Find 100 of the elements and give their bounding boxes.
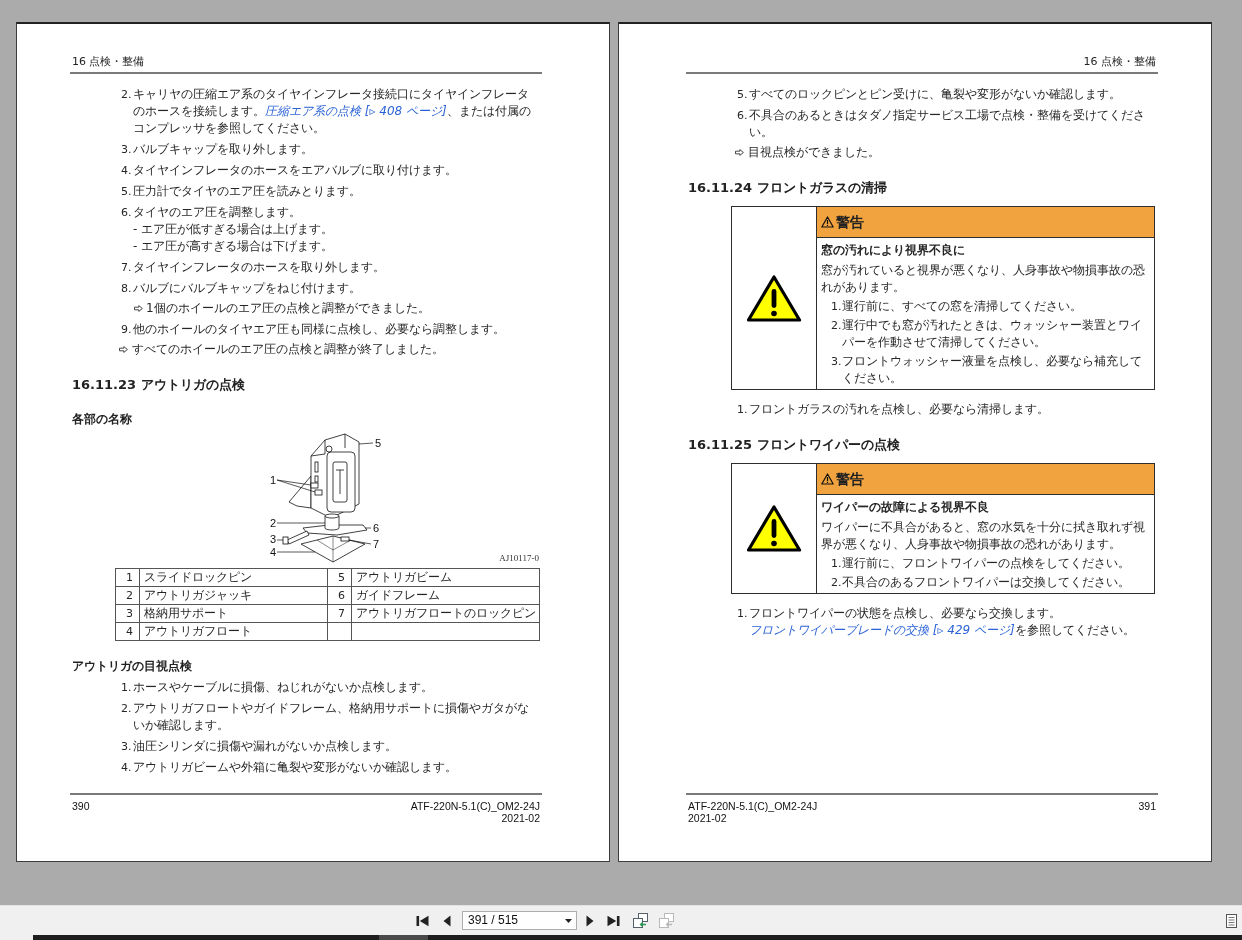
table-cell: 7 (327, 604, 352, 623)
callout-number: 1 (270, 474, 277, 486)
step-text: フロントウォッシャー液量を点検し、必要なら補充してください。 (842, 353, 1143, 387)
table-cell: ガイドフレーム (351, 586, 540, 605)
document-code: ATF-220N-5.1(C)_OM2-24J (410, 800, 540, 812)
warning-sign-icon (746, 504, 802, 553)
step-text: 不具合のあるフロントワイパーは交換してください。 (842, 574, 1131, 591)
step-text: キャリヤの圧縮エア系のタイヤインフレータ接続口にタイヤインフレータのホースを接続します。圧縮エア系の点検 [▹ 408 ページ]、または付属のコンプレッサを参照してください。 (133, 86, 532, 137)
step-number: 2. (121, 701, 133, 717)
table-cell: 1 (115, 568, 140, 587)
page-number-field[interactable]: 391 / 515 (462, 911, 577, 930)
leader-line (276, 522, 326, 524)
page-number: 390 (72, 800, 90, 814)
table-cell: 2 (115, 586, 140, 605)
triangle-right-icon (586, 914, 594, 927)
step-number: 1. (121, 680, 133, 696)
running-header: 16 点検・整備 (72, 55, 145, 69)
step-text: フロントワイパーの状態を点検し、必要なら交換します。 フロントワイパーブレードの交換 [▹ 429 ページ]を参照してください。 (749, 605, 1136, 639)
step-number: 4. (121, 760, 133, 776)
leader-line (364, 527, 372, 529)
scrollbar-thumb[interactable] (379, 935, 428, 940)
warning-message: 窓が汚れていると視界が悪くなり、人身事故や物損事故の恐れがあります。 (821, 262, 1146, 296)
step-number: 2. (831, 318, 842, 334)
table-cell: アウトリガビーム (351, 568, 540, 587)
step-text: バルブにバルブキャップをねじ付けます。 (133, 280, 362, 297)
callout-number: 4 (270, 546, 277, 558)
document-icon (1225, 913, 1237, 928)
previous-view-button[interactable] (632, 910, 648, 931)
step-number: 1. (831, 556, 842, 572)
step-number: 5. (737, 87, 749, 103)
step-number: 1. (831, 299, 842, 315)
leader-line (276, 551, 316, 553)
callout-number: 2 (270, 517, 277, 529)
subsection-heading: アウトリガの目視点検 (72, 658, 193, 675)
cross-reference-link[interactable]: 圧縮エア系の点検 [▹ 408 ページ] (265, 104, 447, 118)
skip-start-icon (415, 914, 429, 927)
cross-reference-link[interactable]: フロントワイパーブレードの交換 [▹ 429 ページ] (749, 623, 1015, 637)
revision-date: 2021-02 (501, 812, 540, 824)
step-text: 不具合のあるときはタダノ指定サービス工場で点検・整備を受けてください。 (749, 107, 1146, 141)
callout-number: 7 (373, 538, 380, 550)
section-heading: 16.11.23 アウトリガの点検 (72, 376, 246, 394)
pages-arrow-icon (632, 913, 648, 928)
section-heading: 16.11.24 フロントガラスの清掃 (688, 179, 888, 197)
table-cell: アウトリガフロート (139, 622, 328, 641)
table-cell: スライドロックピン (139, 568, 328, 587)
warning-message: ワイパーに不具合があると、窓の水気を十分に拭き取れず視界が悪くなり、人身事故や物損事故の恐れがあります。 (821, 519, 1146, 553)
step-text: すべてのロックピンとピン受けに、亀裂や変形がないか確認します。 (749, 86, 1122, 103)
storage-support (282, 530, 310, 545)
table-cell: 3 (115, 604, 140, 623)
step-text: ホースやケーブルに損傷、ねじれがないか点検します。 (133, 679, 434, 696)
step-number: 8. (121, 281, 133, 297)
warning-icon (821, 216, 834, 228)
warning-icon (821, 473, 834, 485)
step-note: - エア圧が低すぎる場合は上げます。 (133, 221, 335, 238)
section-heading: 16.11.25 フロントワイパーの点検 (688, 436, 901, 454)
table-cell: 6 (327, 586, 352, 605)
warning-title: ワイパーの故障による視界不良 (821, 499, 990, 516)
page-number: 391 (1138, 800, 1156, 814)
step-number: 3. (121, 142, 133, 158)
table-cell: 格納用サポート (139, 604, 328, 623)
table-cell: アウトリガジャッキ (139, 586, 328, 605)
step-text: タイヤのエア圧を調整します。 (133, 204, 302, 221)
step-text: フロントガラスの汚れを点検し、必要なら清掃します。 (749, 401, 1050, 418)
result-arrow-icon (735, 149, 744, 156)
warning-signal-word: 警告 (836, 470, 864, 488)
step-text: アウトリガフロートやガイドフレーム、格納用サポートに損傷やガタがないか確認します。 (133, 700, 530, 734)
step-text: タイヤインフレータのホースを取り外します。 (133, 259, 386, 276)
step-text: 圧力計でタイヤのエア圧を読みとります。 (133, 183, 362, 200)
triangle-left-icon (443, 914, 451, 927)
running-header: 16 点検・整備 (1083, 55, 1156, 69)
step-text: アウトリガビームや外箱に亀裂や変形がないか確認します。 (133, 759, 458, 776)
step-number: 4. (121, 163, 133, 179)
step-number: 6. (121, 205, 133, 221)
step-number: 5. (121, 184, 133, 200)
warning-sign-icon (746, 273, 802, 323)
callout-number: 3 (270, 533, 277, 545)
result-arrow-icon (119, 346, 128, 353)
warning-title: 窓の汚れにより視界不良に (821, 242, 966, 259)
step-number: 3. (121, 739, 133, 755)
revision-date: 2021-02 (688, 812, 727, 824)
result-arrow-icon (134, 305, 143, 312)
leader-line (348, 539, 372, 545)
figure-code: AJ10117-0 (499, 553, 539, 563)
step-number: 9. (121, 322, 133, 338)
float-lock-pin (340, 536, 350, 542)
step-text: 他のホイールのタイヤエア圧も同様に点検し、必要なら調整します。 (133, 321, 506, 338)
skip-end-icon (606, 914, 620, 927)
step-text: バルブキャップを取り外します。 (133, 141, 314, 158)
step-number: 7. (121, 260, 133, 276)
result-text: 1個のホイールのエア圧の点検と調整ができました。 (146, 300, 430, 317)
result-text: 目視点検ができました。 (748, 144, 880, 161)
outrigger-jack (324, 513, 340, 531)
subsection-heading: 各部の名称 (72, 411, 133, 428)
result-text: すべてのホイールのエア圧の点検と調整が終了しました。 (132, 341, 444, 358)
table-cell: 5 (327, 568, 352, 587)
step-text: 油圧シリンダに損傷や漏れがないか点検します。 (133, 738, 398, 755)
leader-line (358, 442, 374, 445)
warning-signal-word: 警告 (836, 213, 864, 231)
step-note: - エア圧が高すぎる場合は下げます。 (133, 238, 335, 255)
step-number: 1. (737, 606, 749, 622)
